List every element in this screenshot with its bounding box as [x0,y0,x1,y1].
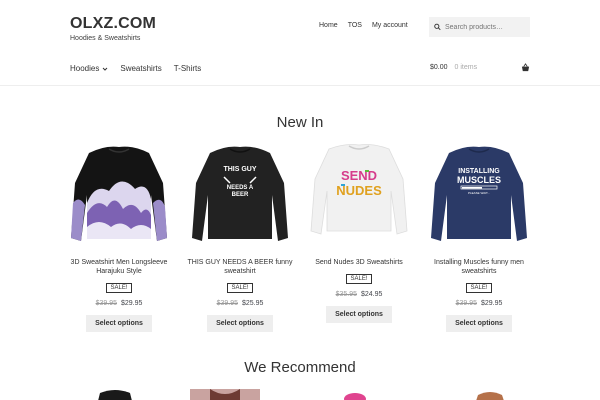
site-title[interactable]: OLXZ.COM [70,15,156,33]
print-line-needs-a: NEEDS A [227,185,254,191]
recommended-product-image[interactable] [90,389,140,400]
product-image[interactable]: THIS GUY NEEDS A BEER [186,143,294,243]
original-price: $39.95 [216,300,238,307]
nav-item-hoodies-label: Hoodies [70,64,100,73]
product-name[interactable]: THIS GUY NEEDS A BEER funny sweatshirt [186,258,294,276]
nav-item-sweatshirts[interactable]: Sweatshirts [120,64,161,73]
new-in-heading: New In [276,114,324,131]
print-line-installing: INSTALLING [458,168,500,175]
product-price: $39.95 $25.95 [186,300,294,307]
print-line-send: SEND [341,168,377,183]
original-price: $39.95 [455,300,477,307]
product-image[interactable]: SEND NUDES [305,143,413,243]
product-name[interactable]: 3D Sweatshirt Men Longsleeve Harajuku St… [65,258,173,276]
original-price: $39.95 [95,300,117,307]
recommended-product-image[interactable] [470,389,510,400]
sale-price: $24.95 [361,291,383,298]
site-description: Hoodies & Sweatshirts [70,35,141,42]
nav-link-tos[interactable]: TOS [348,22,362,29]
search-icon [434,23,441,31]
product-name[interactable]: Installing Muscles funny men sweatshirts [425,258,533,276]
nav-item-tshirts-label: T-Shirts [173,64,202,73]
product-card: 3D Sweatshirt Men Longsleeve Harajuku St… [65,143,173,332]
we-recommend-heading: We Recommend [244,359,356,376]
search-form [429,17,530,37]
original-price: $35.95 [335,291,357,298]
recommended-product-image[interactable] [190,389,260,400]
product-image[interactable]: INSTALLING MUSCLES PLEASE WAIT... [425,143,533,243]
sale-price: $29.95 [481,300,503,307]
header-cart[interactable]: $0.00 0 items [430,63,530,72]
sale-badge: SALE! [227,283,253,293]
nav-item-hoodies[interactable]: Hoodies [70,64,108,73]
recommended-product-image[interactable] [340,389,370,400]
select-options-button[interactable]: Select options [207,315,273,332]
nav-item-tshirts[interactable]: T-Shirts [174,64,202,73]
product-price: $39.95 $29.95 [425,300,533,307]
shopping-basket-icon [521,63,530,72]
site-header: OLXZ.COM Hoodies & Sweatshirts Home TOS … [0,0,600,86]
select-options-button[interactable]: Select options [326,306,392,323]
primary-navigation: Hoodies Sweatshirts T-Shirts [70,64,201,73]
product-card: THIS GUY NEEDS A BEER THIS GUY NEEDS A B… [186,143,294,332]
nav-item-sweatshirts-label: Sweatshirts [120,64,162,73]
sale-badge: SALE! [106,283,132,293]
nav-link-home[interactable]: Home [319,22,338,29]
chevron-down-icon [103,67,108,71]
search-input[interactable] [445,23,530,31]
print-line-this-guy: THIS GUY [223,166,256,173]
sale-price: $29.95 [121,300,143,307]
sale-badge: SALE! [466,283,492,293]
product-price: $39.95 $29.95 [65,300,173,307]
print-line-beer: BEER [232,192,249,198]
print-line-muscles: MUSCLES [457,175,501,185]
secondary-navigation: Home TOS My account [319,22,408,29]
print-line-please-wait: PLEASE WAIT... [468,191,490,195]
sale-price: $25.95 [242,300,264,307]
select-options-button[interactable]: Select options [446,315,512,332]
sale-badge: SALE! [346,274,372,284]
product-price: $35.95 $24.95 [305,291,413,298]
product-card: SEND NUDES Send Nudes 3D Sweatshirts SAL… [305,143,413,323]
select-options-button[interactable]: Select options [86,315,152,332]
product-card: INSTALLING MUSCLES PLEASE WAIT... Instal… [425,143,533,332]
product-name[interactable]: Send Nudes 3D Sweatshirts [305,258,413,267]
nav-link-my-account[interactable]: My account [372,22,408,29]
cart-count: 0 items [454,64,478,71]
product-image[interactable] [65,143,173,243]
cart-total: $0.00 [430,64,448,71]
